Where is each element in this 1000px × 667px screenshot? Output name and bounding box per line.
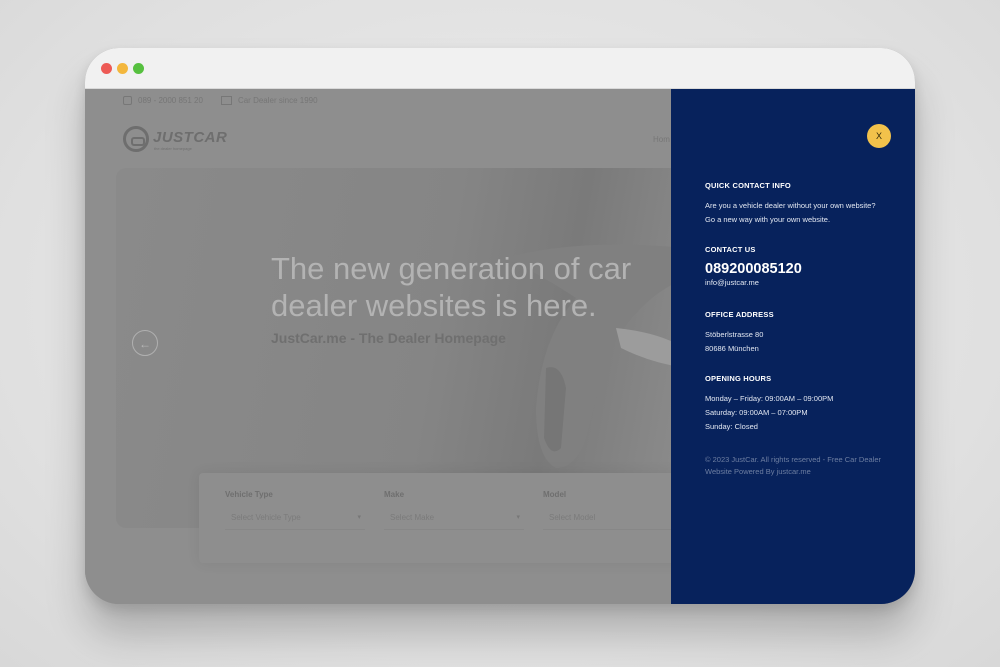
make-placeholder: Select Make: [390, 513, 435, 522]
contact-phone[interactable]: 089200085120: [705, 261, 905, 277]
office-city: 80686 München: [705, 344, 759, 353]
close-window-button[interactable]: [101, 63, 112, 74]
browser-window: 089 - 2000 851 20 Car Dealer since 1990 J…: [85, 48, 915, 604]
hours-weekdays: Monday – Friday: 09:00AM – 09:00PM: [705, 394, 834, 403]
topbar-tagline: Car Dealer since 1990: [237, 96, 318, 105]
chevron-down-icon: ▾: [516, 514, 520, 521]
minimize-window-button[interactable]: [117, 63, 128, 74]
phone-icon: [123, 96, 132, 106]
hours-sunday: Sunday: Closed: [705, 422, 758, 431]
logo-icon: [123, 126, 149, 152]
nav-item-home[interactable]: Hom: [653, 135, 670, 144]
vehicle-type-select[interactable]: Select Vehicle Type ▾: [225, 507, 365, 530]
office-street: Stöberlstrasse 80: [705, 330, 764, 339]
quick-contact-heading: QUICK CONTACT INFO: [705, 181, 791, 190]
vehicle-type-field: Vehicle Type Select Vehicle Type ▾: [225, 490, 365, 530]
model-placeholder: Select Model: [549, 513, 596, 522]
hours-heading: OPENING HOURS: [705, 374, 772, 383]
contact-section: CONTACT US 089200085120 info@justcar.me: [705, 245, 905, 288]
copyright-text: © 2023 JustCar. All rights reserved - Fr…: [705, 455, 882, 476]
quick-contact-section: QUICK CONTACT INFO Are you a vehicle dea…: [705, 181, 905, 227]
model-select[interactable]: Select Model: [543, 507, 683, 530]
quick-contact-line1: Are you a vehicle dealer without your ow…: [705, 201, 876, 210]
chevron-down-icon: ▾: [357, 514, 361, 521]
hero-title: The new generation of car dealer website…: [271, 251, 632, 323]
make-field: Make Select Make ▾: [384, 490, 524, 530]
contact-sidebar-panel: X QUICK CONTACT INFO Are you a vehicle d…: [671, 89, 915, 604]
logo-text: JUSTCAR: [153, 129, 228, 146]
vehicle-search-form: Vehicle Type Select Vehicle Type ▾ Make S…: [199, 473, 699, 563]
logo-subtext: the dealer homepage: [154, 146, 192, 151]
contact-email[interactable]: info@justcar.me: [705, 277, 905, 288]
office-heading: OFFICE ADDRESS: [705, 310, 774, 319]
model-field: Model Select Model: [543, 490, 683, 530]
maximize-window-button[interactable]: [133, 63, 144, 74]
map-icon: [220, 96, 232, 106]
close-panel-button[interactable]: X: [867, 124, 891, 148]
office-section: OFFICE ADDRESS Stöberlstrasse 80 80686 M…: [705, 310, 905, 356]
hours-saturday: Saturday: 09:00AM – 07:00PM: [705, 408, 808, 417]
vehicle-type-label: Vehicle Type: [225, 490, 273, 499]
window-titlebar: [85, 48, 915, 89]
close-icon: X: [875, 131, 882, 141]
arrow-left-icon: ←: [139, 337, 151, 351]
hero-subtitle: JustCar.me - The Dealer Homepage: [271, 330, 506, 346]
topbar-phone[interactable]: 089 - 2000 851 20: [138, 96, 203, 105]
make-select[interactable]: Select Make ▾: [384, 507, 524, 530]
vehicle-type-placeholder: Select Vehicle Type: [231, 513, 301, 522]
contact-heading: CONTACT US: [705, 245, 756, 254]
hours-section: OPENING HOURS Monday – Friday: 09:00AM –…: [705, 374, 905, 434]
model-label: Model: [543, 490, 567, 499]
quick-contact-line2: Go a new way with your own website.: [705, 215, 831, 224]
make-label: Make: [384, 490, 405, 499]
prev-slide-button[interactable]: ←: [132, 330, 158, 356]
top-info-bar: 089 - 2000 851 20 Car Dealer since 1990: [123, 96, 324, 106]
